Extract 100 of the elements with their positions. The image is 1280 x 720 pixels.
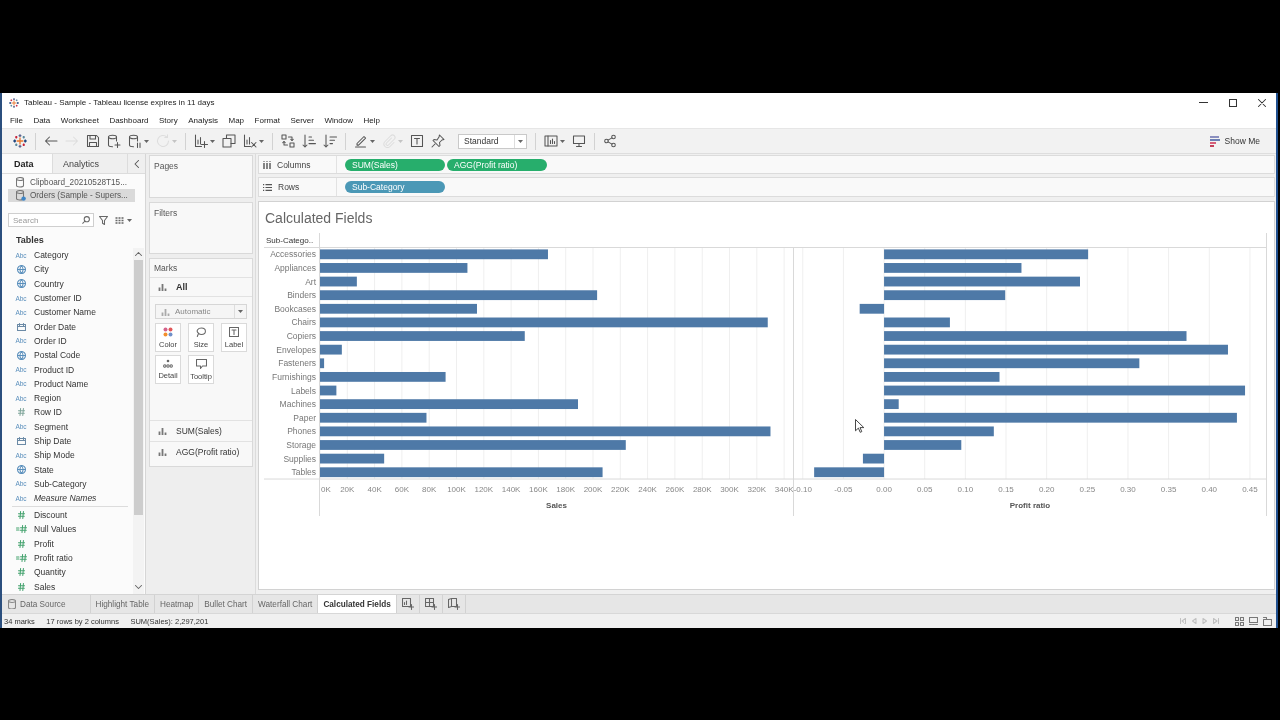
caret-icon[interactable] — [210, 139, 215, 143]
minimize-icon[interactable] — [1198, 102, 1208, 103]
field-item[interactable]: Row ID — [14, 405, 133, 420]
sheet-tab[interactable]: Calculated Fields — [318, 595, 397, 613]
scroll-thumb[interactable] — [134, 260, 143, 515]
filter-icon[interactable] — [99, 215, 108, 225]
axis-title: Sales — [546, 500, 567, 510]
fit-dropdown[interactable]: Standard — [458, 133, 527, 149]
tick-label: 0.00 — [876, 484, 892, 494]
globe-icon — [16, 465, 26, 475]
database-plus-icon[interactable] — [107, 134, 121, 148]
globe-icon — [16, 279, 26, 289]
tick-label: 280K — [692, 484, 712, 494]
caret-icon — [238, 310, 243, 313]
pen-icon[interactable] — [354, 134, 368, 148]
swap-icon[interactable] — [281, 134, 295, 148]
tick-label: 160K — [529, 484, 548, 494]
chart-plus-icon[interactable] — [194, 134, 208, 148]
pin-icon[interactable] — [431, 134, 445, 148]
tick-label: 120K — [474, 484, 494, 494]
menu-item[interactable]: Data — [33, 115, 51, 125]
scrollbar[interactable] — [133, 248, 144, 594]
menu-item[interactable]: Dashboard — [109, 115, 149, 125]
menu-item[interactable]: Worksheet — [60, 115, 99, 125]
bar-chart-icon — [161, 307, 170, 316]
caret-icon[interactable] — [127, 218, 132, 222]
caret-icon[interactable] — [259, 139, 264, 143]
caret-icon[interactable] — [560, 139, 565, 143]
field-item[interactable]: Sales — [14, 579, 133, 594]
tick-label: 0.25 — [1079, 484, 1096, 494]
menu-item[interactable]: Analysis — [188, 115, 218, 125]
floppy-disk-icon[interactable] — [86, 134, 100, 148]
sort-ascending-icon[interactable] — [302, 134, 316, 148]
menu-item[interactable]: Story — [159, 115, 178, 125]
tick-label: 100K — [447, 484, 466, 494]
field-item[interactable]: City — [14, 262, 133, 277]
field-item[interactable]: Profit — [14, 536, 133, 551]
marks-field-tab[interactable]: SUM(Sales) — [150, 420, 252, 441]
field-item[interactable]: Profit ratio — [14, 550, 133, 566]
logo-icon[interactable] — [13, 134, 27, 148]
category-label: Art — [305, 276, 316, 287]
search-icon[interactable] — [82, 216, 90, 224]
field-item[interactable]: State — [14, 462, 133, 477]
data-source-item[interactable]: Orders (Sample - Supers... — [8, 189, 135, 202]
sheet-plus-icon[interactable] — [401, 598, 414, 610]
caret-icon — [518, 139, 523, 143]
menu-item[interactable]: Server — [290, 115, 314, 125]
tick-label: 200K — [583, 484, 603, 494]
close-icon[interactable] — [1257, 98, 1266, 107]
tabs-icon[interactable] — [1263, 616, 1272, 626]
duplicate-icon[interactable] — [222, 134, 236, 148]
screen-icon[interactable] — [572, 134, 586, 148]
caret-icon[interactable] — [144, 139, 149, 143]
field-item[interactable]: Quantity — [14, 565, 133, 580]
show-me-button[interactable]: Show Me — [1209, 135, 1260, 147]
book-plus-icon[interactable] — [447, 598, 460, 610]
text-box-icon[interactable] — [410, 134, 424, 148]
field-item[interactable]: Order Date — [14, 319, 133, 334]
collapse-icon[interactable] — [134, 159, 139, 168]
field-item[interactable]: Ship Date — [14, 433, 133, 449]
database-pause-icon[interactable] — [128, 134, 142, 148]
grid-plus-icon[interactable] — [424, 598, 437, 610]
grid-icon[interactable] — [1235, 616, 1244, 626]
field-item[interactable]: Country — [14, 276, 133, 291]
tick-label: 20K — [340, 484, 355, 494]
marks-field-tab[interactable]: AGG(Profit ratio) — [150, 441, 252, 462]
field-item[interactable]: Discount — [14, 508, 133, 523]
tick-label: 0.40 — [1201, 484, 1218, 494]
grid-view-icon[interactable] — [115, 216, 124, 224]
tick-label: 0.45 — [1242, 484, 1258, 494]
filmstrip-icon[interactable] — [1249, 616, 1258, 626]
sort-descending-icon[interactable] — [323, 134, 337, 148]
tab[interactable]: Data — [2, 154, 53, 173]
menu-item[interactable]: Help — [363, 115, 380, 125]
columns-icon — [263, 160, 271, 169]
hash-icon — [17, 539, 25, 548]
bar — [320, 344, 342, 355]
share-icon[interactable] — [603, 134, 617, 148]
hash-icon — [17, 511, 25, 520]
mark-type-dropdown[interactable]: Automatic — [155, 304, 247, 319]
bar — [320, 276, 357, 287]
tick-label: 300K — [720, 484, 739, 494]
category-label: Binders — [287, 290, 316, 301]
maximize-icon[interactable] — [1228, 98, 1237, 107]
search-field[interactable]: Search — [8, 213, 94, 227]
menu-item[interactable]: File — [10, 115, 23, 125]
bar — [320, 358, 325, 369]
tick-label: 240K — [638, 484, 657, 494]
field-item[interactable]: Postal Code — [14, 348, 133, 363]
hash-icon — [17, 408, 25, 417]
menu-item[interactable]: Map — [228, 115, 245, 125]
caret-icon[interactable] — [370, 139, 375, 143]
chart-x-icon[interactable] — [243, 134, 257, 148]
tab[interactable]: Analytics — [53, 154, 128, 173]
menu-item[interactable]: Window — [324, 115, 353, 125]
left-arrow-icon[interactable] — [44, 134, 58, 148]
cards-icon[interactable] — [544, 134, 558, 148]
menu-item[interactable]: Format — [254, 115, 280, 125]
data-source-item[interactable]: Clipboard_20210528T15... — [8, 176, 135, 189]
field-item[interactable]: Null Values — [14, 522, 133, 537]
